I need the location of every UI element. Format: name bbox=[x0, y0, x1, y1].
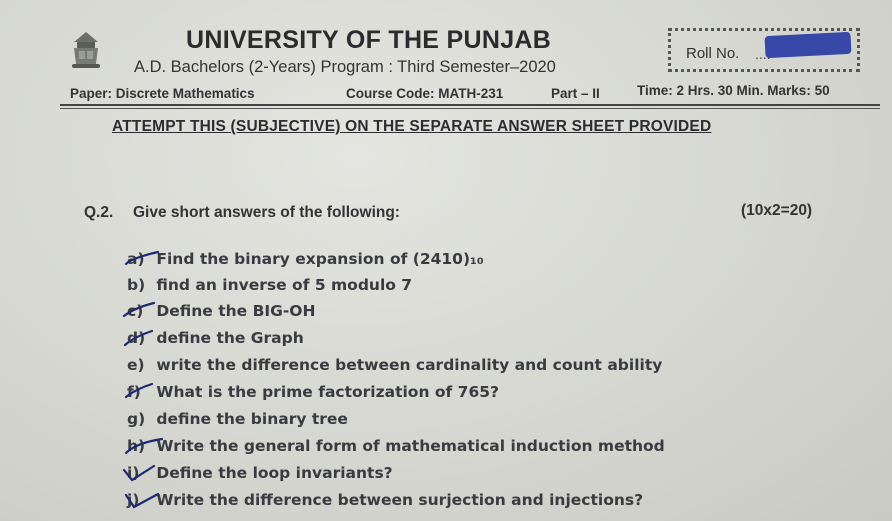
header-divider bbox=[60, 104, 880, 106]
question-item-i: i) Define the loop invariants? bbox=[127, 464, 393, 482]
question-number: Q.2. bbox=[84, 204, 114, 221]
item-text: What is the prime factorization of 765? bbox=[156, 383, 500, 401]
question-text: Give short answers of the following: bbox=[133, 204, 400, 221]
item-text: define the binary tree bbox=[156, 410, 348, 428]
item-text: Write the general form of mathematical i… bbox=[156, 437, 665, 455]
university-crest-logo bbox=[72, 32, 100, 68]
question-item-a: a) Find the binary expansion of (2410)₁₀ bbox=[127, 250, 484, 268]
item-text: Define the BIG-OH bbox=[156, 302, 316, 320]
item-label: b) bbox=[127, 276, 146, 294]
item-text: write the difference between cardinality… bbox=[156, 356, 663, 374]
pen-tick-mark-j bbox=[124, 492, 160, 509]
item-label: g) bbox=[127, 410, 146, 428]
question-item-b: b) find an inverse of 5 modulo 7 bbox=[127, 276, 412, 294]
question-item-j: j) Write the difference between surjecti… bbox=[127, 491, 643, 509]
item-label: e) bbox=[127, 356, 145, 374]
pen-tick-mark-c bbox=[122, 301, 156, 318]
pen-tick-mark-d bbox=[123, 329, 154, 347]
pen-tick-mark-a bbox=[124, 250, 160, 266]
pen-tick-mark-i bbox=[122, 464, 156, 482]
program-title: A.D. Bachelors (2-Years) Program : Third… bbox=[134, 58, 556, 76]
item-text: Find the binary expansion of (2410)₁₀ bbox=[156, 250, 484, 268]
paper-name: Paper: Discrete Mathematics bbox=[70, 86, 255, 101]
pen-tick-mark-h bbox=[124, 437, 164, 455]
pen-tick-mark-f bbox=[124, 382, 154, 399]
item-text: Write the difference between surjection … bbox=[156, 491, 644, 509]
course-code: Course Code: MATH-231 bbox=[346, 86, 504, 101]
instruction-heading: ATTEMPT THIS (SUBJECTIVE) ON THE SEPARAT… bbox=[112, 118, 712, 135]
item-text: define the Graph bbox=[156, 329, 304, 347]
time-and-marks: Time: 2 Hrs. 30 Min. Marks: 50 bbox=[637, 83, 830, 98]
question-item-h: h) Write the general form of mathematica… bbox=[127, 437, 665, 455]
paper-part: Part – II bbox=[551, 86, 600, 101]
header-divider-thin bbox=[60, 108, 880, 109]
university-title: UNIVERSITY OF THE PUNJAB bbox=[186, 26, 552, 54]
roll-number-label: Roll No. bbox=[686, 45, 740, 62]
question-item-g: g) define the binary tree bbox=[127, 410, 348, 428]
question-item-e: e) write the difference between cardinal… bbox=[127, 356, 662, 374]
item-text: find an inverse of 5 modulo 7 bbox=[156, 276, 413, 294]
question-marks: (10x2=20) bbox=[741, 202, 813, 219]
roll-number-redaction bbox=[764, 31, 852, 59]
question-item-f: f) What is the prime factorization of 76… bbox=[127, 383, 499, 401]
item-text: Define the loop invariants? bbox=[156, 464, 393, 482]
